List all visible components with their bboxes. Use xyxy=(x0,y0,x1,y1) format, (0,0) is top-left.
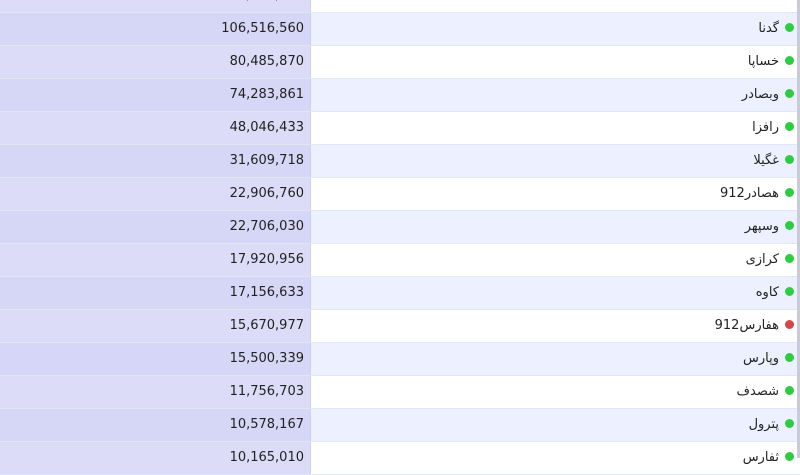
trade-value-cell: 31,609,718 xyxy=(0,145,311,177)
symbol-cell[interactable]: ثفارس xyxy=(311,442,800,474)
symbol-label: وسپهر xyxy=(744,219,779,234)
status-up-icon xyxy=(785,221,794,230)
status-up-icon xyxy=(785,122,794,131)
table-row[interactable]: 74,283,861 وبصادر xyxy=(0,79,800,112)
symbol-label: … xyxy=(766,0,779,3)
table-row[interactable]: 11,756,703 شصدف xyxy=(0,376,800,409)
symbol-cell[interactable]: وسپهر xyxy=(311,211,800,243)
table-row[interactable]: 22,906,760 هصادر912 xyxy=(0,178,800,211)
trade-value-cell: 15,670,977 xyxy=(0,310,311,342)
table-row[interactable]: 17,920,956 کرازی xyxy=(0,244,800,277)
table-row[interactable]: 15,500,339 وپارس xyxy=(0,343,800,376)
table-row[interactable]: 402,799,272 … xyxy=(0,0,800,13)
symbol-cell[interactable]: شصدف xyxy=(311,376,800,408)
symbol-cell[interactable]: هفارس912 xyxy=(311,310,800,342)
status-up-icon xyxy=(785,155,794,164)
table-row[interactable]: 22,706,030 وسپهر xyxy=(0,211,800,244)
symbol-cell[interactable]: گدنا xyxy=(311,13,800,45)
trade-value-cell: 10,578,167 xyxy=(0,409,311,441)
symbol-cell[interactable]: وبصادر xyxy=(311,79,800,111)
trade-value-cell: 22,906,760 xyxy=(0,178,311,210)
status-up-icon xyxy=(785,23,794,32)
symbol-label: گدنا xyxy=(758,21,779,36)
trade-value-cell: 80,485,870 xyxy=(0,46,311,78)
status-up-icon xyxy=(785,386,794,395)
trade-value-cell: 17,920,956 xyxy=(0,244,311,276)
status-up-icon xyxy=(785,89,794,98)
status-up-icon xyxy=(785,287,794,296)
symbol-label: هفارس912 xyxy=(714,318,779,333)
symbol-label: هصادر912 xyxy=(720,186,779,201)
symbol-label: وپارس xyxy=(742,351,779,366)
table-row[interactable]: 10,165,010 ثفارس xyxy=(0,442,800,475)
status-up-icon xyxy=(785,56,794,65)
symbol-label: کاوه xyxy=(755,285,779,300)
trade-value-cell: 10,165,010 xyxy=(0,442,311,474)
status-up-icon xyxy=(785,254,794,263)
volume-table: 402,799,272 … 106,516,560 گدنا 80,485,870 خسا… xyxy=(0,0,800,475)
table-row[interactable]: 80,485,870 خساپا xyxy=(0,46,800,79)
table-row[interactable]: 48,046,433 رافزا xyxy=(0,112,800,145)
table-row[interactable]: 10,578,167 پترول xyxy=(0,409,800,442)
status-up-icon xyxy=(785,188,794,197)
trade-value-cell: 11,756,703 xyxy=(0,376,311,408)
symbol-label: کرازی xyxy=(745,252,779,267)
symbol-label: شصدف xyxy=(736,384,779,399)
symbol-cell[interactable]: کرازی xyxy=(311,244,800,276)
symbol-cell[interactable]: خساپا xyxy=(311,46,800,78)
symbol-label: وبصادر xyxy=(741,87,779,102)
status-up-icon xyxy=(785,452,794,461)
symbol-cell[interactable]: وپارس xyxy=(311,343,800,375)
symbol-cell[interactable]: پترول xyxy=(311,409,800,441)
symbol-label: رافزا xyxy=(752,120,779,135)
trade-value-cell: 402,799,272 xyxy=(0,0,311,12)
trade-value-cell: 17,156,633 xyxy=(0,277,311,309)
symbol-cell[interactable]: غگیلا xyxy=(311,145,800,177)
symbol-label: غگیلا xyxy=(753,153,779,168)
trade-value-cell: 106,516,560 xyxy=(0,13,311,45)
symbol-label: پترول xyxy=(748,417,779,432)
symbol-cell[interactable]: رافزا xyxy=(311,112,800,144)
trade-value-cell: 15,500,339 xyxy=(0,343,311,375)
status-up-icon xyxy=(785,353,794,362)
symbol-cell[interactable]: کاوه xyxy=(311,277,800,309)
symbol-cell[interactable]: هصادر912 xyxy=(311,178,800,210)
trade-value-cell: 22,706,030 xyxy=(0,211,311,243)
symbol-label: خساپا xyxy=(747,54,779,69)
trade-value-cell: 48,046,433 xyxy=(0,112,311,144)
table-row[interactable]: 17,156,633 کاوه xyxy=(0,277,800,310)
symbol-cell[interactable]: … xyxy=(311,0,800,12)
status-down-icon xyxy=(785,320,794,329)
table-row[interactable]: 31,609,718 غگیلا xyxy=(0,145,800,178)
status-up-icon xyxy=(785,419,794,428)
table-row[interactable]: 106,516,560 گدنا xyxy=(0,13,800,46)
trade-value-cell: 74,283,861 xyxy=(0,79,311,111)
table-row[interactable]: 15,670,977 هفارس912 xyxy=(0,310,800,343)
